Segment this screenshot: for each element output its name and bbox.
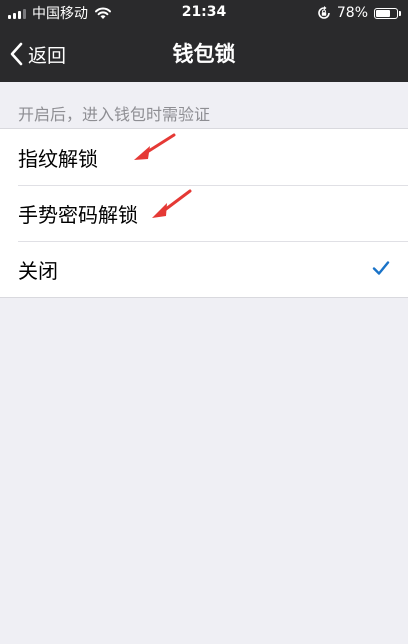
- battery-percentage: 78%: [336, 5, 368, 21]
- status-bar: 中国移动 21:34 78%: [0, 0, 408, 26]
- option-fingerprint-unlock[interactable]: 指纹解锁: [0, 129, 408, 185]
- option-label: 指纹解锁: [18, 146, 98, 171]
- option-off[interactable]: 关闭: [0, 241, 408, 297]
- battery-fill: [376, 9, 390, 17]
- battery-icon: [374, 7, 401, 19]
- page-title: 钱包锁: [172, 42, 236, 66]
- lock-options-list: 指纹解锁 手势密码解锁 关闭: [0, 128, 408, 298]
- checkmark-icon: [372, 261, 390, 275]
- status-right: 78%: [317, 4, 401, 22]
- wallet-lock-screen: 中国移动 21:34 78% 返回 钱包锁 开启后，进入钱包时需验证 指纹解锁 …: [0, 0, 408, 644]
- rotation-lock-icon: [318, 6, 330, 19]
- option-label: 手势密码解锁: [18, 202, 138, 227]
- option-gesture-password-unlock[interactable]: 手势密码解锁: [0, 185, 408, 241]
- navigation-bar: 返回 钱包锁: [0, 26, 408, 82]
- option-label: 关闭: [18, 258, 58, 283]
- section-header: 开启后，进入钱包时需验证: [18, 105, 211, 124]
